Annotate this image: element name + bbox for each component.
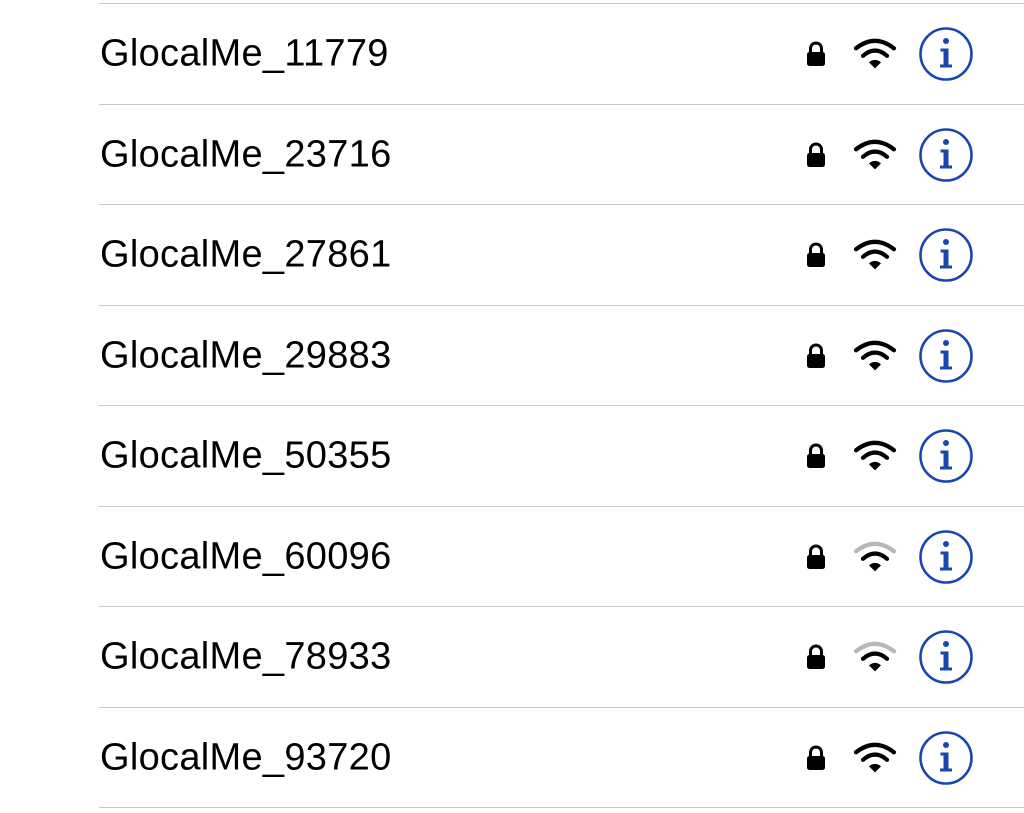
info-icon xyxy=(919,730,973,785)
wifi-network-row-4[interactable]: GlocalMe_29883 xyxy=(0,306,1024,407)
network-name: GlocalMe_27861 xyxy=(100,233,392,276)
wifi-icon xyxy=(853,137,897,171)
network-name: GlocalMe_29883 xyxy=(100,334,392,377)
lock-icon xyxy=(804,40,828,68)
info-button[interactable] xyxy=(918,629,974,685)
wifi-icon xyxy=(853,37,897,71)
wifi-network-row-5[interactable]: GlocalMe_50355 xyxy=(0,406,1024,507)
network-name: GlocalMe_78933 xyxy=(100,635,392,678)
wifi-network-row-7[interactable]: GlocalMe_78933 xyxy=(0,607,1024,708)
lock-icon xyxy=(804,643,828,671)
network-name: GlocalMe_23716 xyxy=(100,133,392,176)
info-icon xyxy=(919,127,973,182)
wifi-icon xyxy=(853,539,897,573)
wifi-icon xyxy=(853,740,897,774)
wifi-network-row-6[interactable]: GlocalMe_60096 xyxy=(0,507,1024,608)
wifi-network-row-2[interactable]: GlocalMe_23716 xyxy=(0,105,1024,206)
wifi-network-row-1[interactable]: GlocalMe_11779 xyxy=(0,4,1024,105)
info-button[interactable] xyxy=(918,730,974,786)
lock-icon xyxy=(804,543,828,571)
network-name: GlocalMe_11779 xyxy=(100,32,389,75)
wifi-icon xyxy=(853,640,897,674)
network-name: GlocalMe_93720 xyxy=(100,736,392,779)
info-icon xyxy=(919,429,973,484)
lock-icon xyxy=(804,744,828,772)
info-button[interactable] xyxy=(918,26,974,82)
network-name: GlocalMe_60096 xyxy=(100,535,392,578)
lock-icon xyxy=(804,442,828,470)
info-icon xyxy=(919,228,973,283)
info-button[interactable] xyxy=(918,529,974,585)
wifi-network-row-8[interactable]: GlocalMe_93720 xyxy=(0,708,1024,809)
info-icon xyxy=(919,529,973,584)
wifi-icon xyxy=(853,238,897,272)
lock-icon xyxy=(804,141,828,169)
info-button[interactable] xyxy=(918,428,974,484)
info-icon xyxy=(919,27,973,82)
network-name: GlocalMe_50355 xyxy=(100,434,392,477)
info-button[interactable] xyxy=(918,328,974,384)
info-icon xyxy=(919,328,973,383)
wifi-icon xyxy=(853,439,897,473)
lock-icon xyxy=(804,241,828,269)
lock-icon xyxy=(804,342,828,370)
wifi-network-list: GlocalMe_11779 GlocalMe_23716 GlocalMe_2… xyxy=(0,4,1024,808)
wifi-icon xyxy=(853,338,897,372)
info-button[interactable] xyxy=(918,127,974,183)
info-button[interactable] xyxy=(918,227,974,283)
info-icon xyxy=(919,630,973,685)
wifi-network-row-3[interactable]: GlocalMe_27861 xyxy=(0,205,1024,306)
